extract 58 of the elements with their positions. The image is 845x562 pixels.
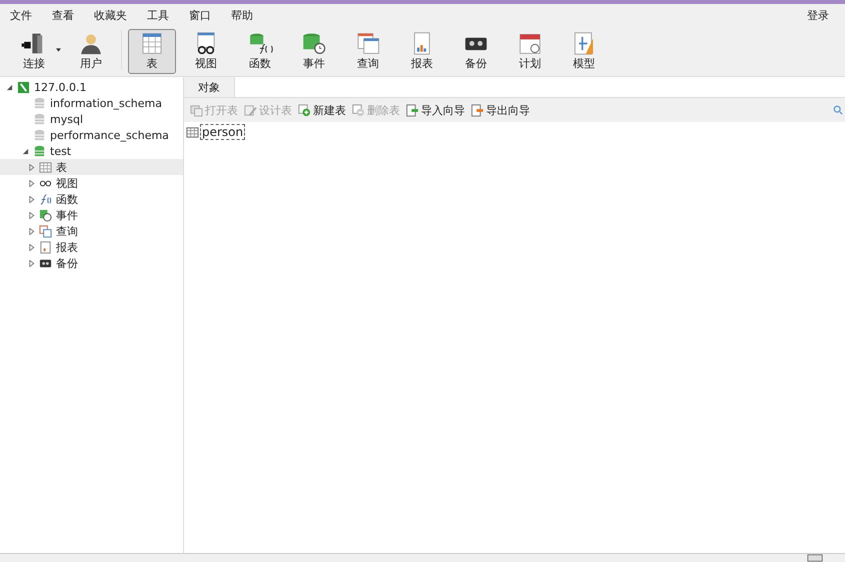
- tree-item[interactable]: 查询: [0, 223, 183, 239]
- table-open-icon: [190, 104, 203, 116]
- tree-item[interactable]: 事件: [0, 207, 183, 223]
- toolbar-button[interactable]: 表: [128, 29, 176, 74]
- tree-item[interactable]: 备份: [0, 255, 183, 271]
- toolbar-button[interactable]: 用户: [67, 29, 115, 74]
- caret-icon[interactable]: [56, 48, 61, 52]
- tree-item[interactable]: 表: [0, 159, 183, 175]
- toolbar-button[interactable]: 连接: [10, 29, 58, 74]
- expander-icon[interactable]: [6, 84, 13, 90]
- toolbar-button[interactable]: 函数: [236, 29, 284, 74]
- pencil-icon: [244, 104, 257, 116]
- report-icon: [39, 240, 52, 254]
- tree-item[interactable]: performance_schema: [0, 127, 183, 143]
- toolbar-button[interactable]: 事件: [290, 29, 338, 74]
- menu-item[interactable]: 文件: [10, 8, 32, 22]
- expander-icon[interactable]: [28, 164, 35, 170]
- tree-item[interactable]: 视图: [0, 175, 183, 191]
- tree-item[interactable]: 127.0.0.1: [0, 79, 183, 95]
- table-icon: [39, 160, 52, 174]
- toolbar-button[interactable]: 报表: [398, 29, 446, 74]
- database-function-icon: [39, 192, 52, 206]
- search-icon[interactable]: [833, 105, 843, 115]
- expander-icon[interactable]: [28, 244, 35, 250]
- expander-icon[interactable]: [22, 148, 29, 154]
- tree-item[interactable]: 函数: [0, 191, 183, 207]
- toolbar-button[interactable]: 导出向导: [469, 102, 532, 118]
- tables-icon: [39, 224, 52, 238]
- table-item[interactable]: person: [186, 124, 843, 140]
- toolbar-button[interactable]: 计划: [506, 29, 554, 74]
- expander-icon[interactable]: [28, 196, 35, 202]
- menu-item[interactable]: 收藏夹: [94, 8, 127, 22]
- plus-icon: [298, 104, 311, 116]
- expander-icon[interactable]: [28, 228, 35, 234]
- expander-icon[interactable]: [28, 180, 35, 186]
- import-icon: [406, 104, 419, 116]
- tree-item[interactable]: information_schema: [0, 95, 183, 111]
- menu-item[interactable]: 查看: [52, 8, 74, 22]
- toolbar-button[interactable]: 模型: [560, 29, 608, 74]
- tree-item[interactable]: mysql: [0, 111, 183, 127]
- grid-view-icon[interactable]: [805, 554, 825, 562]
- menu-item[interactable]: 帮助: [231, 8, 253, 22]
- tree-item[interactable]: 报表: [0, 239, 183, 255]
- toolbar-button[interactable]: 新建表: [296, 102, 348, 118]
- toolbar-button[interactable]: 查询: [344, 29, 392, 74]
- expander-icon[interactable]: [28, 260, 35, 266]
- tree-item[interactable]: test: [0, 143, 183, 159]
- toolbar-button[interactable]: 视图: [182, 29, 230, 74]
- toolbar-button[interactable]: 导入向导: [404, 102, 467, 118]
- menu-item[interactable]: 工具: [147, 8, 169, 22]
- minus-icon: [352, 104, 365, 116]
- database-clock-icon: [39, 208, 52, 222]
- expander-icon[interactable]: [28, 212, 35, 218]
- login-link[interactable]: 登录: [807, 8, 829, 22]
- connection-icon: [17, 80, 30, 94]
- menu-item[interactable]: 窗口: [189, 8, 211, 22]
- export-icon: [471, 104, 484, 116]
- toolbar-button[interactable]: 备份: [452, 29, 500, 74]
